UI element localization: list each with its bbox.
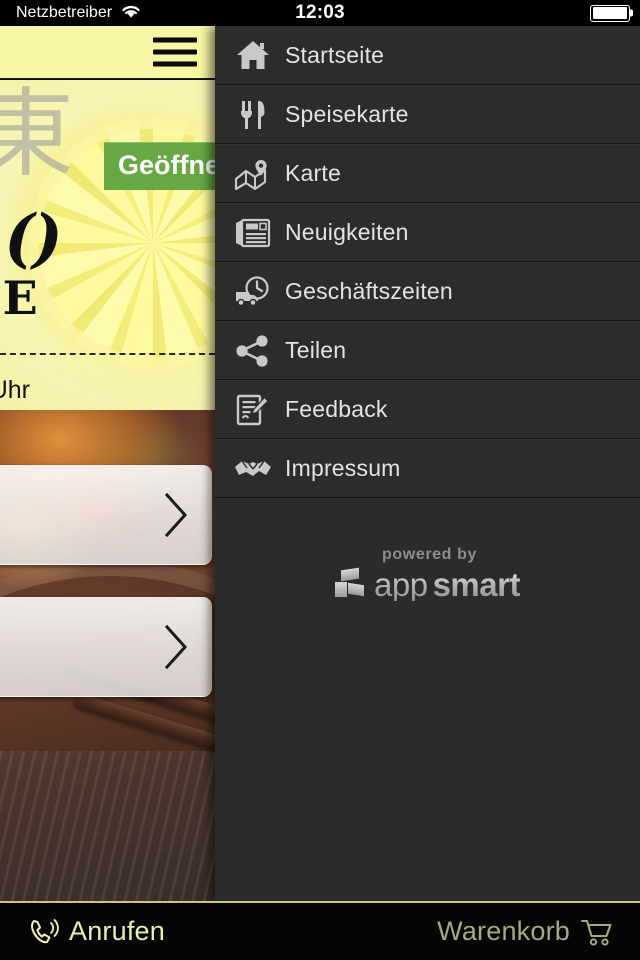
hero-banner: 東 菜 () NCE Geöffnet :45 Uhr (0, 80, 215, 410)
delivery-clock-icon (221, 275, 285, 309)
sidebar-item-label: Impressum (285, 455, 401, 481)
chevron-right-icon (163, 624, 189, 670)
phone-icon (28, 917, 60, 947)
powered-by-label: powered by (382, 546, 477, 563)
newspaper-icon (221, 217, 285, 249)
app-screen: Netzbetreiber 12:03 東 () E Geöffne hr St… (0, 0, 640, 960)
appsmart-word-smart: smart (432, 565, 521, 603)
bottom-action-bar: Anrufen Warenkorb (0, 901, 640, 960)
sidebar-item-karte[interactable]: Karte (215, 144, 640, 203)
brand-line-1: 菜 () (0, 201, 63, 276)
sidebar-item-teilen[interactable]: Teilen (215, 321, 640, 380)
hero-divider (0, 353, 215, 355)
sidebar-item-label: Feedback (285, 396, 388, 422)
sidebar-item-label: Startseite (285, 41, 385, 68)
battery-full-icon (590, 4, 633, 22)
sidebar-item-startseite[interactable]: Startseite (215, 26, 640, 85)
brand-logo: 菜 () NCE (0, 201, 215, 325)
sidebar-item-label: Neuigkeiten (285, 219, 409, 245)
action-card[interactable] (0, 465, 212, 565)
food-photo (0, 410, 215, 901)
sidebar-item-neuigkeiten[interactable]: Neuigkeiten (215, 203, 640, 262)
home-icon (221, 38, 285, 72)
drawer-footer-area: powered by app smart (215, 498, 640, 901)
shopping-cart-icon (580, 917, 614, 947)
status-bar: Netzbetreiber 12:03 (0, 0, 640, 26)
sidebar-item-label: Karte (285, 160, 341, 186)
cutlery-icon (221, 98, 285, 132)
clock-label: 12:03 (295, 2, 345, 23)
action-card[interactable] (0, 597, 212, 697)
sidebar-item-label: Teilen (285, 337, 347, 363)
call-label: Anrufen (69, 916, 165, 946)
sidebar-item-label: Speisekarte (285, 101, 409, 127)
cart-label: Warenkorb (437, 916, 570, 946)
sidebar-item-geschaeftszeiten[interactable]: Geschäftszeiten (215, 262, 640, 321)
sidebar-item-feedback[interactable]: Feedback (215, 380, 640, 439)
appsmart-logo: app smart (335, 567, 520, 601)
powered-by-block: powered by app smart (215, 546, 640, 601)
hamburger-icon[interactable] (153, 37, 197, 67)
status-badge: Geöffnet (104, 142, 215, 190)
brand-watermark: 東 (0, 80, 74, 190)
status-bar-right (590, 0, 633, 26)
cart-button[interactable]: Warenkorb (437, 916, 614, 947)
share-icon (221, 334, 285, 367)
side-drawer: Startseite Speisekarte Karte Neuigkeiten… (215, 26, 640, 901)
map-pin-icon (221, 158, 285, 190)
handshake-icon (221, 455, 285, 483)
chevron-right-icon (163, 492, 189, 538)
sidebar-item-speisekarte[interactable]: Speisekarte (215, 85, 640, 144)
appsmart-word-app: app (374, 565, 428, 603)
sidebar-item-label: Geschäftszeiten (285, 278, 453, 304)
sidebar-item-impressum[interactable]: Impressum (215, 439, 640, 498)
opening-hours-label: :45 Uhr (0, 376, 30, 404)
call-button[interactable]: Anrufen (28, 916, 165, 947)
page-top-bar (0, 26, 215, 79)
brand-line-2: NCE (0, 270, 39, 325)
appsmart-logo-icon (335, 567, 369, 601)
document-pen-icon (221, 393, 285, 427)
